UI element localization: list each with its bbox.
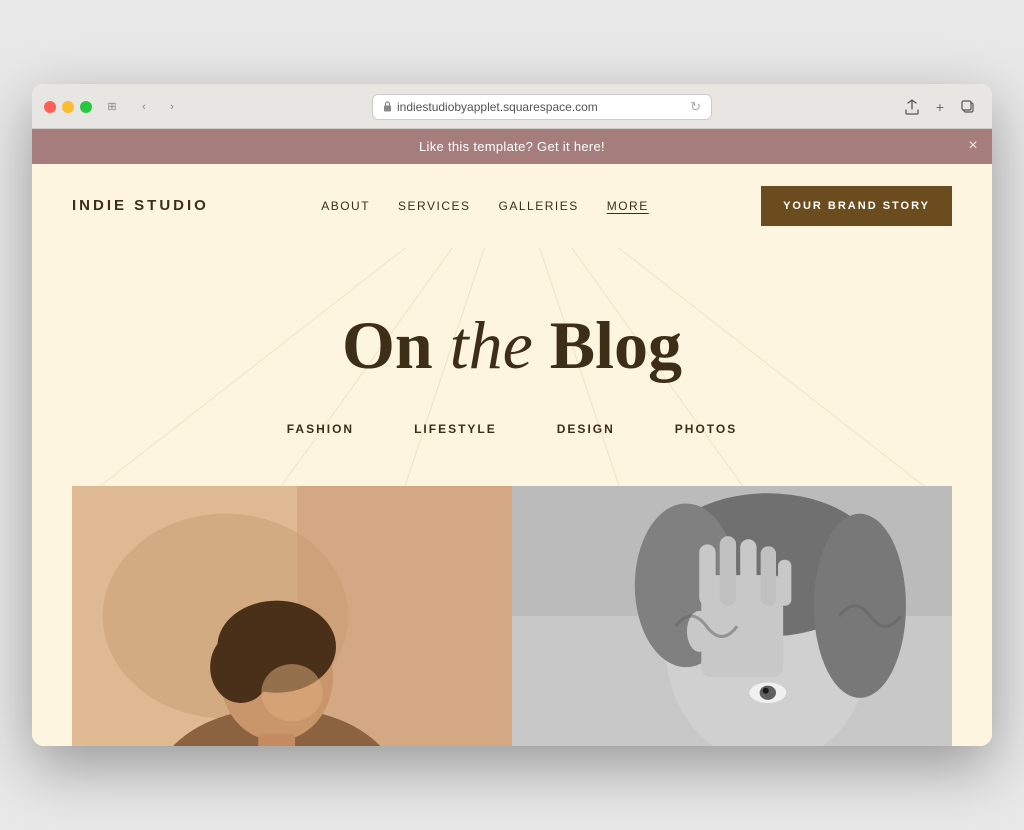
blog-post-1[interactable] xyxy=(72,486,512,746)
address-bar[interactable]: indiestudiobyapplet.squarespace.com ↻ xyxy=(372,94,712,120)
blog-title: On the Blog xyxy=(72,308,952,383)
new-tab-icon[interactable]: + xyxy=(928,97,952,117)
category-photos[interactable]: PHOTOS xyxy=(675,422,737,436)
blog-categories: FASHION LIFESTYLE DESIGN PHOTOS xyxy=(72,422,952,436)
nav-link-galleries[interactable]: GALLERIES xyxy=(499,199,579,213)
brand-story-button[interactable]: YOUR BRAND STORY xyxy=(761,186,952,226)
title-blog: Blog xyxy=(533,307,682,383)
nav-link-services[interactable]: SERVICES xyxy=(398,199,470,213)
category-fashion[interactable]: FASHION xyxy=(287,422,354,436)
share-icon[interactable] xyxy=(900,97,924,117)
forward-button[interactable]: › xyxy=(160,97,184,117)
hero-section: On the Blog FASHION LIFESTYLE DESIGN PHO… xyxy=(32,248,992,487)
blog-post-1-image xyxy=(72,486,512,746)
duplicate-icon[interactable] xyxy=(956,97,980,117)
url-text: indiestudiobyapplet.squarespace.com xyxy=(397,100,598,114)
browser-actions: + xyxy=(900,97,980,117)
maximize-button[interactable] xyxy=(80,101,92,113)
website: Like this template? Get it here! × INDIE… xyxy=(32,129,992,747)
category-lifestyle[interactable]: LIFESTYLE xyxy=(414,422,497,436)
blog-post-2-image xyxy=(512,486,952,746)
site-logo[interactable]: INDIE STUDIO xyxy=(72,197,209,214)
nav-controls: ‹ › xyxy=(132,97,184,117)
browser-chrome: ⊞ ‹ › indiestudiobyapplet.squarespace.co… xyxy=(32,84,992,129)
nav-links: ABOUT SERVICES GALLERIES MORE xyxy=(321,199,649,213)
announcement-text: Like this template? Get it here! xyxy=(419,139,605,154)
title-the: the xyxy=(450,307,533,383)
nav-link-more[interactable]: MORE xyxy=(607,199,649,213)
address-bar-wrap: indiestudiobyapplet.squarespace.com ↻ xyxy=(192,94,892,120)
title-on: On xyxy=(342,307,450,383)
main-nav: INDIE STUDIO ABOUT SERVICES GALLERIES MO… xyxy=(32,164,992,248)
back-button[interactable]: ‹ xyxy=(132,97,156,117)
close-button[interactable] xyxy=(44,101,56,113)
announcement-close-button[interactable]: × xyxy=(968,137,978,155)
traffic-lights xyxy=(44,101,92,113)
reload-icon[interactable]: ↻ xyxy=(690,99,701,115)
blog-post-2[interactable] xyxy=(512,486,952,746)
lock-icon xyxy=(383,101,392,112)
announcement-bar: Like this template? Get it here! × xyxy=(32,129,992,164)
browser-window: ⊞ ‹ › indiestudiobyapplet.squarespace.co… xyxy=(32,84,992,747)
nav-link-about[interactable]: ABOUT xyxy=(321,199,370,213)
category-design[interactable]: DESIGN xyxy=(557,422,615,436)
grid-icon[interactable]: ⊞ xyxy=(100,97,124,117)
blog-grid xyxy=(32,486,992,746)
minimize-button[interactable] xyxy=(62,101,74,113)
